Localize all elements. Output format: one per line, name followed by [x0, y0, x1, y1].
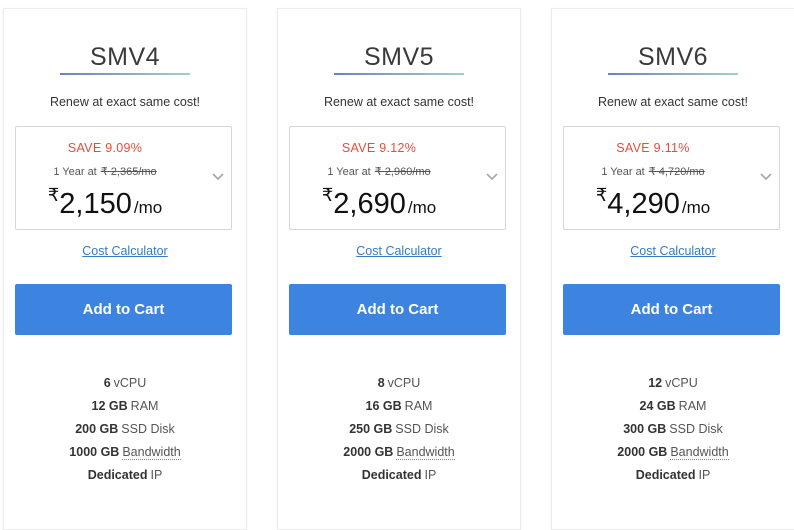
- spec-label: IP: [698, 468, 711, 482]
- plan-title: SMV5: [363, 43, 435, 71]
- currency-symbol: ₹: [595, 185, 608, 205]
- spec-cpu: 12 vCPU: [552, 372, 794, 395]
- spec-value: 12: [648, 376, 663, 390]
- plan-card-smv4: SMV4 Renew at exact same cost! SAVE 9.09…: [3, 8, 247, 530]
- spec-ram: 12 GB RAM: [4, 395, 246, 418]
- billing-term-select[interactable]: SAVE 9.12% 1 Year at ₹ 2,960/mo ₹2,690/mo: [289, 126, 506, 230]
- spec-label: vCPU: [665, 376, 698, 390]
- spec-list: 6 vCPU 12 GB RAM 200 GB SSD Disk 1000 GB Ban…: [4, 372, 246, 487]
- add-to-cart-button[interactable]: Add to Cart: [15, 284, 232, 335]
- bandwidth-tooltip-trigger[interactable]: Bandwidth: [396, 445, 455, 460]
- renew-note: Renew at exact same cost!: [49, 95, 201, 109]
- original-price: ₹ 4,720/mo: [648, 166, 705, 178]
- spec-value: 2000 GB: [343, 445, 394, 459]
- original-price: ₹ 2,960/mo: [374, 166, 431, 178]
- title-divider: [334, 73, 464, 75]
- spec-list: 8 vCPU 16 GB RAM 250 GB SSD Disk 2000 GB Ban…: [278, 372, 520, 487]
- spec-value: 16 GB: [365, 399, 402, 413]
- spec-label: vCPU: [387, 376, 421, 390]
- term-label: 1 Year at: [327, 166, 371, 178]
- spec-disk: 300 GB SSD Disk: [552, 418, 794, 441]
- spec-ip: Dedicated IP: [4, 464, 246, 487]
- spec-value: 24 GB: [639, 399, 676, 413]
- spec-ip: Dedicated IP: [278, 464, 520, 487]
- original-price: ₹ 2,365/mo: [100, 166, 157, 178]
- spec-bandwidth: 1000 GB Bandwidth: [4, 441, 246, 464]
- bandwidth-tooltip-trigger[interactable]: Bandwidth: [670, 445, 729, 460]
- title-divider: [60, 73, 190, 75]
- price-period: /mo: [407, 198, 437, 217]
- chevron-down-icon[interactable]: [485, 169, 499, 183]
- spec-label: SSD Disk: [669, 422, 723, 436]
- price-period: /mo: [681, 198, 711, 217]
- currency-symbol: ₹: [321, 185, 334, 205]
- spec-label: vCPU: [113, 376, 147, 390]
- add-to-cart-button[interactable]: Add to Cart: [563, 284, 780, 335]
- spec-label: RAM: [404, 399, 433, 413]
- spec-value: 6: [103, 376, 111, 390]
- spec-value: 8: [377, 376, 385, 390]
- bandwidth-tooltip-trigger[interactable]: Bandwidth: [122, 445, 181, 460]
- spec-list: 12 vCPU 24 GB RAM 300 GB SSD Disk 2000 GB Ba…: [552, 372, 794, 487]
- price: ₹4,290/mo: [564, 185, 742, 221]
- add-to-cart-button[interactable]: Add to Cart: [289, 284, 506, 335]
- price-period: /mo: [133, 198, 163, 217]
- billing-term-select[interactable]: SAVE 9.09% 1 Year at ₹ 2,365/mo ₹2,150/mo: [15, 126, 232, 230]
- spec-ip: Dedicated IP: [552, 464, 794, 487]
- cost-calculator-link[interactable]: Cost Calculator: [552, 244, 794, 258]
- plan-title: SMV4: [89, 43, 161, 71]
- term-line: 1 Year at ₹ 2,960/mo: [290, 165, 468, 178]
- price-amount: 2,690: [333, 188, 406, 220]
- renew-note: Renew at exact same cost!: [323, 95, 475, 109]
- renew-note: Renew at exact same cost!: [597, 95, 749, 109]
- spec-ram: 16 GB RAM: [278, 395, 520, 418]
- spec-disk: 200 GB SSD Disk: [4, 418, 246, 441]
- cost-calculator-link[interactable]: Cost Calculator: [278, 244, 520, 258]
- spec-label: RAM: [678, 399, 707, 413]
- term-line: 1 Year at ₹ 2,365/mo: [16, 165, 194, 178]
- spec-label: IP: [150, 468, 163, 482]
- spec-value: Dedicated: [87, 468, 148, 482]
- spec-cpu: 8 vCPU: [278, 372, 520, 395]
- spec-value: 250 GB: [349, 422, 393, 436]
- spec-ram: 24 GB RAM: [552, 395, 794, 418]
- title-divider: [608, 73, 738, 75]
- spec-value: 12 GB: [91, 399, 128, 413]
- currency-symbol: ₹: [47, 185, 60, 205]
- spec-cpu: 6 vCPU: [4, 372, 246, 395]
- spec-bandwidth: 2000 GB Bandwidth: [278, 441, 520, 464]
- plan-card-smv5: SMV5 Renew at exact same cost! SAVE 9.12…: [277, 8, 521, 530]
- price: ₹2,150/mo: [16, 185, 194, 221]
- spec-bandwidth: 2000 GB Bandwidth: [552, 441, 794, 464]
- save-badge: SAVE 9.12%: [341, 141, 417, 155]
- spec-label: RAM: [130, 399, 159, 413]
- save-badge: SAVE 9.09%: [67, 141, 143, 155]
- spec-label: SSD Disk: [395, 422, 449, 436]
- spec-value: Dedicated: [635, 468, 696, 482]
- save-badge: SAVE 9.11%: [616, 141, 690, 155]
- term-line: 1 Year at ₹ 4,720/mo: [564, 165, 742, 178]
- spec-value: 2000 GB: [617, 445, 668, 459]
- chevron-down-icon[interactable]: [211, 169, 225, 183]
- spec-value: 1000 GB: [69, 445, 120, 459]
- billing-term-select[interactable]: SAVE 9.11% 1 Year at ₹ 4,720/mo ₹4,290/mo: [563, 126, 780, 230]
- plan-card-smv6: SMV6 Renew at exact same cost! SAVE 9.11…: [551, 8, 794, 530]
- spec-label: SSD Disk: [121, 422, 175, 436]
- spec-value: 300 GB: [623, 422, 667, 436]
- term-label: 1 Year at: [601, 166, 645, 178]
- spec-label: IP: [424, 468, 437, 482]
- price: ₹2,690/mo: [290, 185, 468, 221]
- spec-value: 200 GB: [75, 422, 119, 436]
- spec-disk: 250 GB SSD Disk: [278, 418, 520, 441]
- price-amount: 4,290: [607, 188, 680, 220]
- cost-calculator-link[interactable]: Cost Calculator: [4, 244, 246, 258]
- spec-value: Dedicated: [361, 468, 422, 482]
- plan-title: SMV6: [637, 43, 709, 71]
- price-amount: 2,150: [59, 188, 132, 220]
- chevron-down-icon[interactable]: [759, 169, 773, 183]
- term-label: 1 Year at: [53, 166, 97, 178]
